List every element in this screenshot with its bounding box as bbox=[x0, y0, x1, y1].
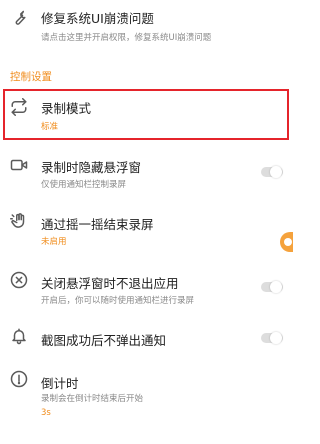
setting-row-countdown[interactable]: 倒计时 录制会在倒计时结束后开始 3s bbox=[0, 365, 293, 425]
bell-icon bbox=[10, 327, 28, 345]
setting-value: 未启用 bbox=[41, 237, 67, 247]
setting-title: 截图成功后不弹出通知 bbox=[41, 333, 167, 348]
setting-subtitle: 开启后，你可以随时使用通知栏进行录屏 bbox=[41, 296, 195, 306]
setting-title: 通过摇一摇结束录屏 bbox=[41, 217, 154, 232]
setting-title: 关闭悬浮窗时不退出应用 bbox=[41, 276, 179, 291]
repair-subtitle: 请点击这里并开启权限，修复系统UI崩溃问题 bbox=[41, 33, 212, 43]
wrench-icon bbox=[10, 9, 28, 27]
floating-ball-handle[interactable] bbox=[280, 232, 293, 252]
setting-subtitle: 录制会在倒计时结束后开始 bbox=[41, 394, 144, 404]
highlight-box bbox=[3, 89, 289, 140]
setting-row-no-screenshot-notification[interactable]: 截图成功后不弹出通知 bbox=[0, 322, 293, 356]
setting-subtitle: 仅使用通知栏控制录屏 bbox=[41, 180, 127, 190]
setting-title: 录制时隐藏悬浮窗 bbox=[41, 160, 142, 175]
setting-title: 倒计时 bbox=[41, 376, 79, 391]
shake-hand-icon bbox=[10, 212, 28, 230]
toggle-switch[interactable] bbox=[261, 332, 283, 344]
close-circle-icon bbox=[10, 271, 28, 289]
setting-value: 3s bbox=[41, 408, 51, 418]
toggle-switch[interactable] bbox=[261, 281, 283, 293]
camera-icon bbox=[10, 156, 28, 174]
toggle-switch[interactable] bbox=[261, 166, 283, 178]
setting-row-hide-floating-window[interactable]: 录制时隐藏悬浮窗 仅使用通知栏控制录屏 bbox=[0, 149, 293, 199]
section-header-control-settings: 控制设置 bbox=[10, 71, 52, 83]
setting-row-shake-to-stop[interactable]: 通过摇一摇结束录屏 未启用 bbox=[0, 206, 293, 256]
repair-ui-row[interactable]: 修复系统UI崩溃问题 请点击这里并开启权限，修复系统UI崩溃问题 bbox=[0, 0, 293, 56]
countdown-icon bbox=[10, 370, 28, 388]
repair-title: 修复系统UI崩溃问题 bbox=[41, 11, 154, 26]
setting-row-keep-app-running[interactable]: 关闭悬浮窗时不退出应用 开启后，你可以随时使用通知栏进行录屏 bbox=[0, 266, 293, 316]
